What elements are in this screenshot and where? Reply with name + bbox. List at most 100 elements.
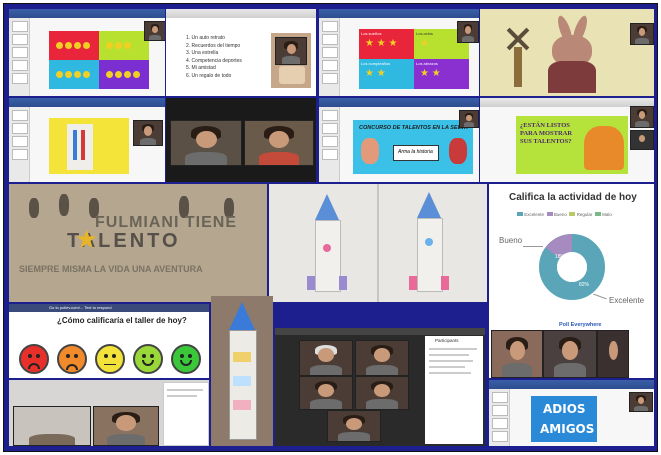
rating-header: Go to pollev.com/... Text to respond	[9, 304, 209, 312]
star-grid: Los sueños ★ ★ ★ Los celos ★ Los cumpleaño…	[359, 29, 469, 89]
participants-title: Participants	[435, 338, 459, 343]
cartoon-animals-icon	[584, 126, 624, 170]
poll-legend: Excelente Bueno Regular Malo	[517, 212, 612, 217]
app-ribbon	[166, 9, 316, 18]
app-ribbon	[489, 380, 654, 389]
collage-frame: 1. Un auto retrato 2. Recuerdos del tiem…	[3, 3, 658, 452]
classroom-video	[9, 380, 209, 446]
rating-question: ¿Cómo calificaría el taller de hoy?	[57, 316, 187, 325]
app-ribbon	[319, 9, 479, 18]
video-thumbnail	[629, 392, 653, 412]
participant-video	[170, 120, 242, 166]
brand-label: Poll Everywhere	[559, 322, 602, 328]
list-item: 6. Un regalo de todo	[186, 72, 232, 79]
slide-thumbnails	[9, 107, 30, 182]
app-ribbon	[9, 98, 165, 107]
slide-ready: ¿ESTÁN LISTOS PARA MOSTRAR SUS TALENTOS?	[480, 98, 654, 182]
color-grid	[49, 31, 149, 89]
goodbye-line-2: AMIGOS	[540, 422, 595, 436]
legend-item: Bueno	[553, 212, 567, 217]
participant-video	[299, 340, 353, 376]
button-label: Arma la historia	[398, 149, 433, 155]
talent-banner: CONCURSO DE TALENTOS EN LA SELVA Arma la…	[353, 120, 473, 174]
video-thumbnail	[457, 21, 479, 43]
poll-title: Califica la actividad de hoy	[509, 192, 637, 203]
participant-video	[597, 330, 629, 378]
participant-video	[491, 330, 543, 378]
slide-talent-contest: CONCURSO DE TALENTOS EN LA SELVA Arma la…	[319, 98, 479, 182]
rocket-photo	[269, 184, 487, 302]
list-item: 2. Recuerdos del tiempo	[186, 42, 241, 49]
banner-line-3: SIEMPRE MISMA LA VIDA UNA AVENTURA	[19, 264, 203, 274]
slide-thumbnails	[319, 107, 340, 182]
very-sad-face-icon[interactable]	[19, 344, 49, 374]
video-thumbnail	[459, 110, 479, 128]
neutral-face-icon[interactable]	[95, 344, 125, 374]
windmill-icon	[504, 27, 532, 87]
rocket-craft-icon	[223, 302, 261, 442]
participant-video	[543, 330, 597, 378]
slide-color-grid	[9, 9, 165, 96]
banner-title: CONCURSO DE TALENTOS EN LA SELVA	[359, 125, 468, 131]
slide-activity-list: 1. Un auto retrato 2. Recuerdos del tiem…	[166, 9, 316, 96]
pct-big: 82%	[579, 282, 590, 288]
slide-goodbye: ADIOS AMIGOS	[489, 380, 654, 446]
video-thumbnail	[630, 130, 654, 150]
list-item: 3. Una estrella	[186, 50, 219, 56]
video-thumbnail	[144, 21, 165, 41]
goodbye-line-1: ADIOS	[543, 402, 586, 416]
rocket-craft-icon	[307, 194, 347, 298]
very-happy-face-icon[interactable]	[171, 344, 201, 374]
slide-star-grid: Los sueños ★ ★ ★ Los celos ★ Los cumpleaño…	[319, 9, 479, 96]
poll-everywhere-call: Poll Everywhere	[489, 322, 654, 378]
slide-thumbnails	[319, 18, 340, 96]
video-thumbnail	[133, 120, 163, 146]
video-call-grid: Participants	[275, 328, 485, 446]
goodbye-panel: ADIOS AMIGOS	[531, 396, 597, 442]
cartoon-character-slide	[480, 9, 654, 96]
pct-small: 18%	[555, 254, 566, 260]
sad-face-icon[interactable]	[57, 344, 87, 374]
participant-video	[299, 376, 353, 410]
participant-video	[355, 376, 409, 410]
app-ribbon	[319, 98, 479, 107]
boy-illustration	[449, 138, 467, 164]
list-item: 4. Competencia deportes	[186, 57, 242, 64]
arma-historia-button[interactable]: Arma la historia	[393, 145, 439, 161]
chat-panel	[163, 382, 209, 446]
app-ribbon	[480, 98, 654, 107]
slide-thumbnails	[489, 389, 510, 446]
participant-video	[93, 406, 159, 446]
ready-text: ¿ESTÁN LISTOS PARA MOSTRAR SUS TALENTOS?	[520, 122, 573, 145]
ready-panel: ¿ESTÁN LISTOS PARA MOSTRAR SUS TALENTOS?	[516, 116, 628, 174]
participants-panel: Participants	[425, 336, 483, 444]
legend-item: Excelente	[524, 212, 545, 217]
video-thumbnail	[630, 106, 654, 128]
happy-face-icon[interactable]	[133, 344, 163, 374]
slide-art	[9, 98, 165, 182]
legend-item: Malo	[602, 212, 612, 217]
slide-thumbnails	[9, 18, 30, 96]
call-title-bar	[275, 328, 485, 335]
participant-video	[13, 406, 91, 446]
list-item: 5. Mi amistad	[186, 65, 216, 71]
participant-video	[244, 120, 314, 166]
donut-chart	[539, 234, 605, 300]
fabric-banner-photo: FULMIANI TIENE TALENTO ★ SIEMPRE MISMA L…	[9, 184, 267, 302]
rocket-craft-icon	[409, 192, 449, 298]
participant-video	[327, 410, 381, 442]
list-item: 1. Un auto retrato	[186, 35, 225, 41]
app-ribbon	[9, 9, 165, 18]
participant-video	[355, 340, 409, 376]
video-thumbnail	[630, 23, 654, 45]
video-call-two	[166, 98, 316, 182]
art-image	[49, 118, 129, 174]
label-right: Excelente	[609, 296, 645, 305]
girl-illustration	[361, 138, 379, 164]
activity-list: 1. Un auto retrato 2. Recuerdos del tiem…	[186, 35, 242, 80]
cartoon-rabbit-icon	[540, 14, 600, 93]
rocket-tall-photo	[211, 296, 273, 446]
legend-item: Regular	[576, 212, 593, 217]
photo-collage	[271, 33, 311, 88]
header-text: Go to pollev.com/... Text to respond	[49, 305, 112, 310]
